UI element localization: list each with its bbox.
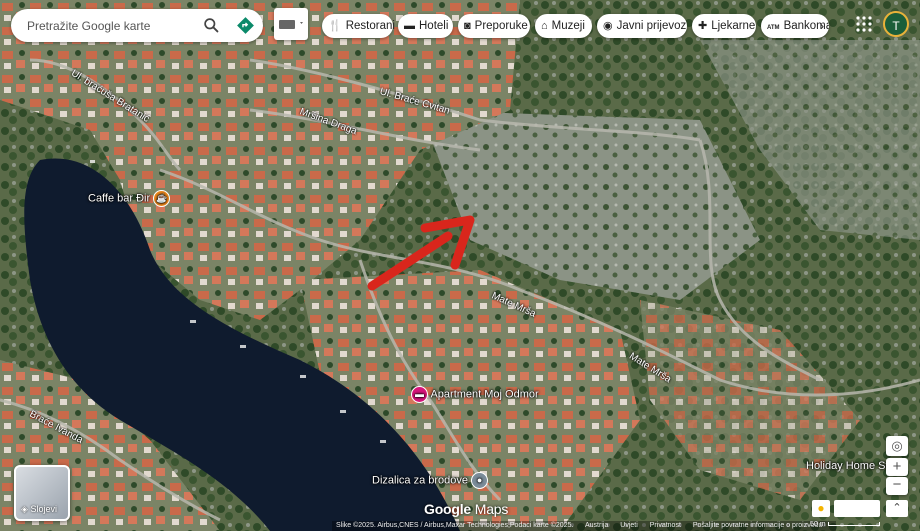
feedback-link[interactable]: Pošaljite povratne informacije o proizvo… <box>693 522 823 529</box>
privacy-link[interactable]: Privatnost <box>650 522 681 529</box>
scale-line <box>827 522 880 526</box>
place-caffe-bar-dir[interactable]: Caffe bar Đir ☕ <box>88 190 171 207</box>
location-target-icon: ◎ <box>891 438 903 453</box>
fork-knife-icon: 🍴 <box>328 20 342 32</box>
layers-button[interactable]: ◈ Slojevi <box>14 465 70 521</box>
camera-icon: ◙ <box>464 20 471 32</box>
chevron-up-icon: ⌃ <box>892 502 902 514</box>
pin-icon: ● <box>471 472 489 489</box>
account-avatar[interactable]: T <box>883 11 909 37</box>
satellite-map[interactable] <box>0 0 920 531</box>
google-maps-logo: Google Maps <box>424 501 509 517</box>
layers-icon: ◈ <box>21 504 28 514</box>
attribution-footer: Slike ©2025. Airbus,CNES / Airbus,Maxar … <box>332 521 837 531</box>
search-placeholder: Pretražite Google karte <box>27 19 151 33</box>
terms-link[interactable]: Uvjeti <box>620 522 638 529</box>
hotel-icon: ▬ <box>411 386 428 403</box>
bus-icon: ◉ <box>603 20 613 32</box>
imagery-thumbnails[interactable] <box>834 500 880 517</box>
chevron-right-icon[interactable]: › <box>820 14 824 38</box>
chip-preporuke[interactable]: ◙ Preporuke <box>458 14 530 38</box>
keyboard-icon <box>279 20 303 29</box>
street-view-pegman[interactable]: ● <box>812 500 830 517</box>
expand-button[interactable]: ⌃ <box>886 500 908 517</box>
pharmacy-icon: ✚ <box>698 20 708 32</box>
chip-muzeji[interactable]: ⌂ Muzeji <box>535 14 592 38</box>
chip-ljekarne[interactable]: ✚ Ljekarne <box>692 14 756 38</box>
atm-icon: ATM <box>767 25 780 31</box>
place-dizalica-za-brodove[interactable]: Dizalica za brodove ● <box>372 472 489 489</box>
chip-restorani[interactable]: 🍴 Restorani <box>322 14 395 38</box>
search-box[interactable]: Pretražite Google karte <box>11 9 263 42</box>
minus-icon: − <box>892 476 902 493</box>
plus-icon: + <box>892 458 902 475</box>
pegman-icon: ● <box>817 501 825 515</box>
cafe-icon: ☕ <box>153 190 171 207</box>
apps-grid-icon[interactable] <box>855 15 873 33</box>
chip-bankomati[interactable]: ATMBankomati› <box>761 14 829 38</box>
bed-icon: ▬ <box>404 20 415 32</box>
country-link[interactable]: Austrija <box>585 522 608 529</box>
search-icon[interactable] <box>203 17 220 34</box>
layers-label: ◈ Slojevi <box>21 504 57 514</box>
place-apartment-moj-odmor[interactable]: ▬ Apartment Moj Odmor <box>411 386 539 403</box>
chip-hoteli[interactable]: ▬ Hoteli <box>398 14 453 38</box>
keyboard-button[interactable] <box>274 8 308 40</box>
imagery-credit: Slike ©2025. Airbus,CNES / Airbus,Maxar … <box>336 522 574 529</box>
directions-icon[interactable] <box>237 17 254 34</box>
my-location-button[interactable]: ◎ <box>886 436 908 456</box>
zoom-in-button[interactable]: + <box>886 458 908 476</box>
zoom-out-button[interactable]: − <box>886 477 908 495</box>
chip-javni-prijevoz[interactable]: ◉ Javni prijevoz <box>597 14 687 38</box>
museum-icon: ⌂ <box>541 20 548 32</box>
scale-bar[interactable]: 50 m <box>810 521 880 528</box>
